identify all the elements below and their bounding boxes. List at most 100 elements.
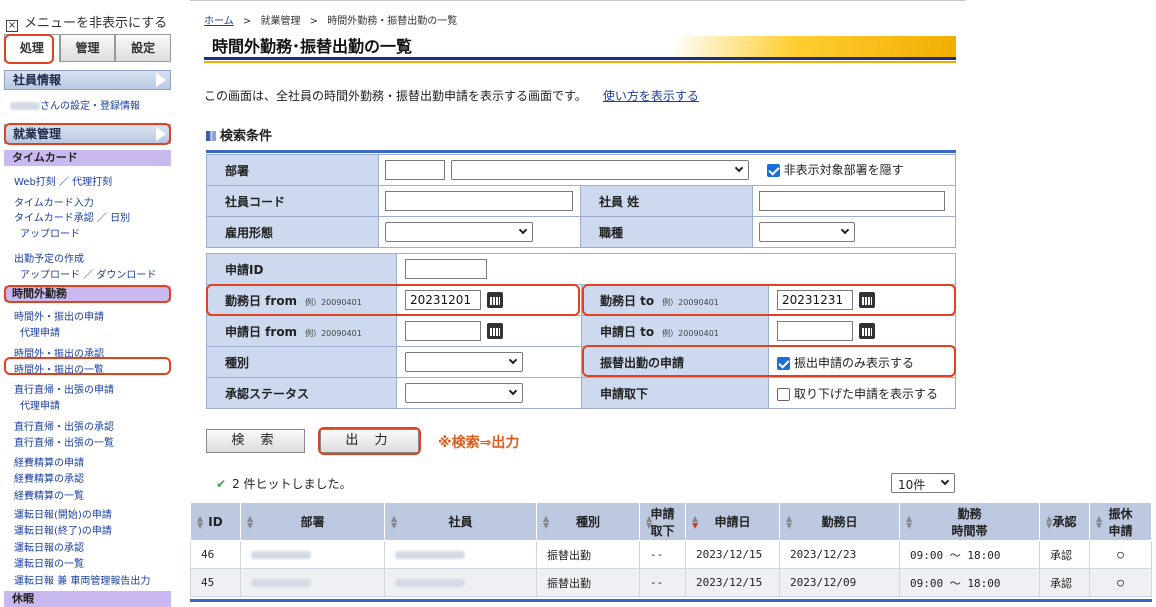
breadcrumb-home[interactable]: ホーム [204,16,234,27]
show-withdrawn-checkbox[interactable] [777,387,790,401]
sidebar-link-schedule[interactable]: 出勤予定の作成 [14,250,84,265]
sidebar-link-ot-approve[interactable]: 時間外・振出の承認 [14,345,104,360]
sidebar-link-upload[interactable]: アップロード [20,225,80,240]
sort-icon: ▲ ▼ [906,514,913,530]
table-bottom-bar [190,599,1152,602]
table-row[interactable]: 46 振替出勤 -- 2023/12/15 2023/12/23 09:00 〜… [190,540,1152,569]
sidebar-link-ot-list[interactable]: 時間外・振出の一覧 [14,361,104,376]
col-withdraw[interactable]: ▲ ▼ 申請 取下 [639,502,686,541]
label-transfer: 振替出勤の申請 [581,346,769,378]
calendar-icon[interactable] [859,323,875,339]
sidebar-link-expense-apply[interactable]: 経費精算の申請 [14,454,84,469]
tab-settings[interactable]: 設定 [115,34,172,62]
dept-code-input[interactable] [385,160,445,180]
search-button[interactable]: 検 索 [206,429,305,453]
sidebar-link-web-stamp[interactable]: Web打刻 ／ 代理打刻 [14,173,112,188]
calendar-icon[interactable] [859,292,875,308]
col-approve[interactable]: ▲ ▼ 承認 [1039,502,1090,541]
work-from-input[interactable]: 20231201 [405,290,481,310]
sidebar-link-upload-download[interactable]: アップロード ／ ダウンロード [20,266,156,281]
col-emp[interactable]: ▲ ▼ 社員 [384,502,537,541]
cell-dept [240,540,385,569]
output-button[interactable]: 出 力 [320,429,419,453]
cell-dept [240,568,385,597]
cell-kind: 振替出勤 [536,540,640,569]
sort-icon: ▲ ▼ [391,514,398,530]
work-to-input[interactable]: 20231231 [777,290,853,310]
emp-type-select[interactable] [385,222,533,242]
kind-select[interactable] [405,352,523,372]
sidebar-link-drive-approve[interactable]: 運転日報の承認 [14,539,84,554]
sidebar-link-drive-end[interactable]: 運転日報(終了)の申請 [14,522,112,537]
cell-time: 09:00 〜 18:00 [899,540,1040,569]
col-app-date[interactable]: ▲ ▼ 申請日 [685,502,780,541]
sidebar-item-user-settings[interactable]: さんの設定・登録情報 [10,97,140,112]
emp-code-input[interactable] [385,191,573,211]
usage-link[interactable]: 使い方を表示する [603,89,699,103]
sidebar-link-drive-start[interactable]: 運転日報(開始)の申請 [14,506,112,521]
sidebar-link-expense-approve[interactable]: 経費精算の承認 [14,470,84,485]
tab-process[interactable]: 処理 [4,34,60,62]
chevron-down-icon [508,355,518,365]
cell-transfer: ○ [1089,568,1152,597]
sidebar-link-direct-proxy[interactable]: 代理申請 [20,397,60,412]
sidebar-link-drive-report[interactable]: 運転日報 兼 車両管理報告出力 [14,572,150,587]
col-dept[interactable]: ▲ ▼ 部署 [240,502,385,541]
sidebar-link-direct-approve[interactable]: 直行直帰・出張の承認 [14,418,114,433]
hide-dept-checkbox[interactable] [766,163,780,177]
search-section-title: 検索条件 [206,125,272,144]
hide-menu-toggle[interactable]: × メニューを非表示にする [6,12,167,32]
col-work-date[interactable]: ▲ ▼ 勤務日 [779,502,900,541]
table-header: ▲ ▼ ID ▲ ▼ 部署 ▲ ▼ 社員 ▲ ▼ 種別 ▲ ▼ 申請 取下 ▲ ▼ 申請日 ▲ ▼ 勤務日 ▲… [190,502,1152,541]
sort-icon: ▲ ▼ [1046,514,1053,530]
sidebar-section-overtime: 時間外勤務 [4,286,171,302]
sidebar-item-employee-info[interactable]: 社員情報 [4,70,171,90]
check-icon: ✔ [216,477,227,491]
col-id[interactable]: ▲ ▼ ID [190,502,241,541]
col-kind[interactable]: ▲ ▼ 種別 [536,502,640,541]
app-from-input[interactable] [405,321,481,341]
breadcrumb-work: 就業管理 [260,16,301,27]
sidebar-item-work-mgmt[interactable]: 就業管理 [4,124,171,144]
chevron-down-icon [940,476,950,486]
sidebar-link-direct-list[interactable]: 直行直帰・出張の一覧 [14,434,114,449]
app-to-input[interactable] [777,321,853,341]
label-kind: 種別 [206,346,397,378]
col-transfer[interactable]: ▲ ▼ 振休 申請 [1089,502,1152,541]
transfer-only-checkbox[interactable] [777,356,790,370]
chevron-down-icon [840,225,850,235]
label-emp-last: 社員 姓 [580,185,753,217]
sidebar-link-ot-proxy[interactable]: 代理申請 [20,324,60,339]
cell-transfer: ○ [1089,540,1152,569]
arrow-right-icon [156,73,166,87]
cell-app-date: 2023/12/15 [685,540,780,569]
status-select[interactable] [405,383,523,403]
sidebar-link-timecard-input[interactable]: タイムカード入力 [14,194,94,209]
calendar-icon[interactable] [487,323,503,339]
table-row[interactable]: 45 振替出勤 -- 2023/12/15 2023/12/09 09:00 〜… [190,568,1152,597]
annotation-note: ※検索⇒出力 [438,435,520,451]
label-work-to: 勤務日 to 例）20090401 [581,284,769,316]
dept-select[interactable] [450,160,749,180]
col-time[interactable]: ▲ ▼ 勤務 時間帯 [899,502,1040,541]
chevron-down-icon [508,386,518,396]
sort-icon: ▲ ▼ [1096,514,1103,530]
cell-approve: 承認 [1039,568,1090,597]
label-app-to: 申請日 to 例）20090401 [581,315,769,347]
sidebar-link-timecard-approve[interactable]: タイムカード承認 ／ 日別 [14,209,130,224]
tab-manage[interactable]: 管理 [59,34,116,62]
app-id-input[interactable] [405,259,487,279]
breadcrumb: ホーム > 就業管理 > 時間外勤務・振替出勤の一覧 [204,16,458,27]
per-page-select[interactable]: 10件 [891,473,955,493]
cell-withdraw: -- [639,540,686,569]
emp-last-input[interactable] [759,191,945,211]
calendar-icon[interactable] [487,292,503,308]
blurred-name [10,102,40,110]
grid-icon [206,131,216,141]
sidebar-link-expense-list[interactable]: 経費精算の一覧 [14,487,84,502]
job-select[interactable] [759,222,855,242]
sidebar-link-drive-list[interactable]: 運転日報の一覧 [14,555,84,570]
sidebar-link-ot-apply[interactable]: 時間外・振出の申請 [14,308,104,323]
sidebar-link-direct-apply[interactable]: 直行直帰・出張の申請 [14,381,114,396]
blurred-dept [251,551,311,559]
